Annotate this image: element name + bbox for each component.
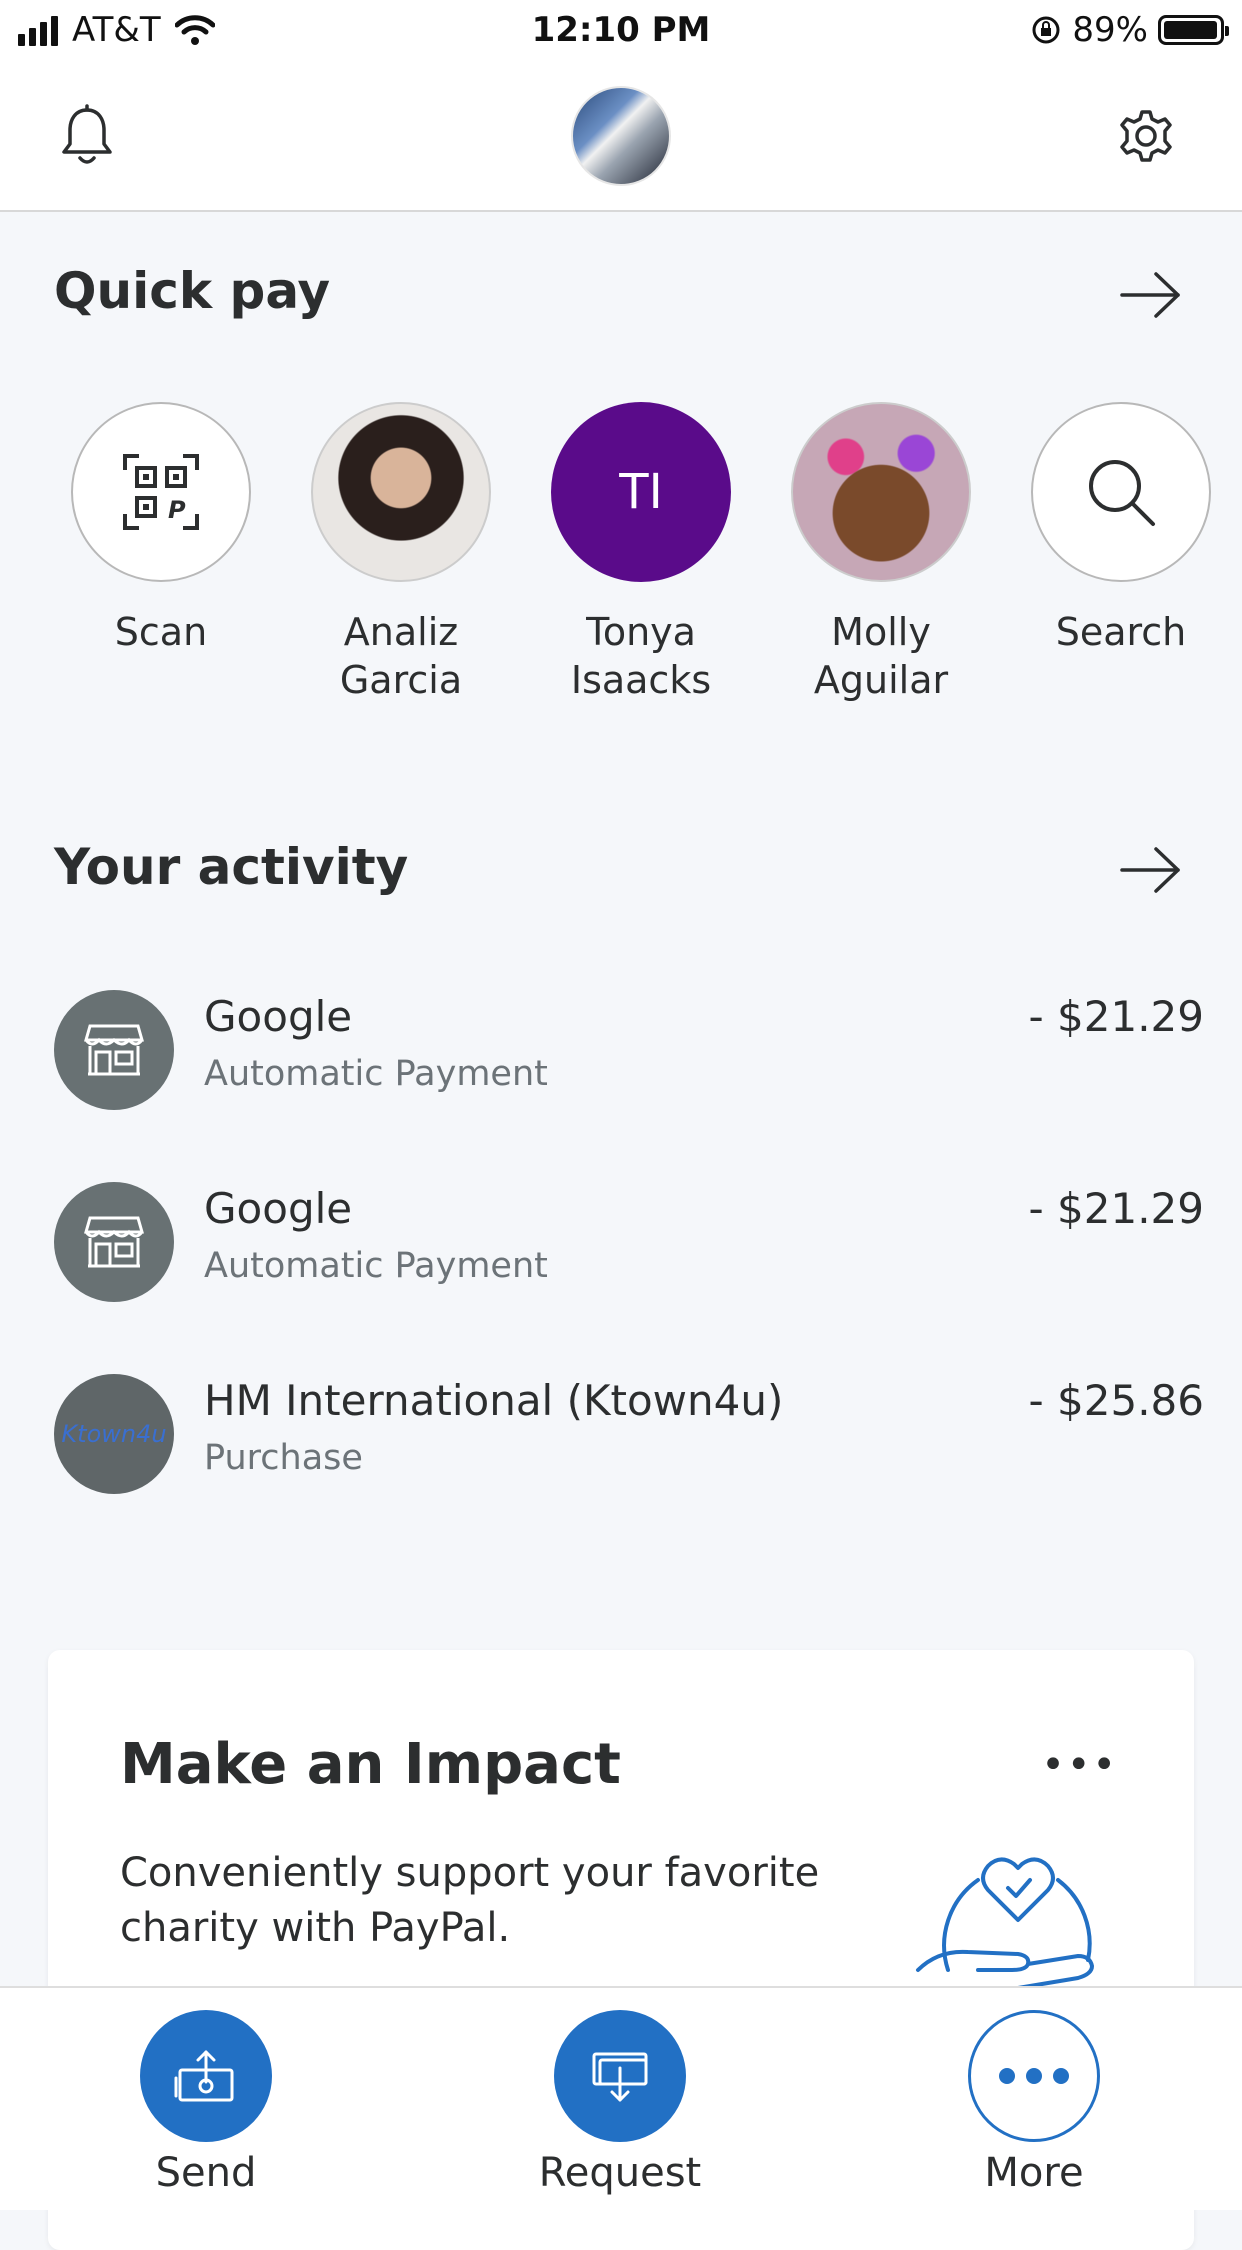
send-circle[interactable] [140,2010,272,2142]
search-circle[interactable] [1031,402,1211,582]
more-label: More [984,2150,1084,2196]
ktown4u-logo: Ktown4u [54,1374,174,1494]
activity-row[interactable]: Ktown4u HM International (Ktown4u) Purch… [54,1374,1204,1494]
more-circle[interactable] [968,2010,1100,2142]
activity-type: Automatic Payment [204,1246,548,1286]
gear-icon[interactable] [1116,106,1176,166]
battery-percentage: 89% [1072,10,1148,50]
more-button[interactable]: More [934,2010,1134,2196]
quick-pay-arrow-icon[interactable] [1120,270,1182,320]
status-bar-right: 89% [1030,10,1229,50]
contact-avatar[interactable] [311,402,491,582]
activity-amount: - $21.29 [1028,992,1204,1041]
activity-row[interactable]: Google Automatic Payment - $21.29 [54,1182,1204,1302]
activity-type: Automatic Payment [204,1054,548,1094]
quick-pay-contact-analiz[interactable]: Analiz Garcia [311,402,491,704]
search-icon [1089,460,1155,526]
bell-icon[interactable] [58,104,116,168]
status-bar: AT&T 12:10 PM 89% [0,0,1242,62]
request-label: Request [538,2150,702,2196]
activity-type: Purchase [204,1438,363,1478]
activity-amount: - $25.86 [1028,1376,1204,1425]
bottom-navigation: Send Request More [0,1986,1242,2210]
impact-description: Conveniently support your favorite chari… [120,1850,820,1951]
svg-text:P: P [168,496,186,524]
charity-heart-hand-icon [916,1857,1094,1990]
request-button[interactable]: Request [520,2010,720,2196]
quick-pay-label: Molly Aguilar [813,610,949,702]
top-navigation [0,62,1242,212]
more-options-icon[interactable]: ••• [1041,1742,1118,1788]
send-label: Send [155,2150,257,2196]
merchant-icon [54,1182,174,1302]
activity-merchant-name: Google [204,992,353,1041]
send-button[interactable]: Send [106,2010,306,2196]
quick-pay-label: Search [1055,610,1187,654]
scan-circle[interactable]: P [71,402,251,582]
quick-pay-contact-tonya[interactable]: TI Tonya Isaacks [551,402,731,704]
contact-avatar[interactable] [791,402,971,582]
send-money-icon [174,2050,234,2102]
quick-pay-title: Quick pay [54,262,331,320]
quick-pay-label: Tonya Isaacks [570,610,712,702]
quick-pay-label: Analiz Garcia [339,610,463,702]
quick-pay-search[interactable]: Search [1031,402,1211,656]
store-icon [84,1024,144,1076]
store-icon [84,1216,144,1268]
contact-initials-avatar[interactable]: TI [551,402,731,582]
impact-title: Make an Impact [120,1732,621,1797]
merchant-icon [54,990,174,1110]
activity-amount: - $21.29 [1028,1184,1204,1233]
activity-merchant-name: HM International (Ktown4u) [204,1376,784,1425]
qr-scan-icon: P [123,454,199,530]
activity-title: Your activity [54,838,409,896]
activity-merchant-name: Google [204,1184,353,1233]
activity-arrow-icon[interactable] [1120,845,1182,895]
quick-pay-scan[interactable]: P Scan [71,402,251,656]
quick-pay-label: Scan [114,610,208,654]
activity-row[interactable]: Google Automatic Payment - $21.29 [54,990,1204,1110]
more-dots-icon [999,2068,1069,2084]
orientation-lock-icon [1032,16,1060,44]
profile-avatar[interactable] [571,86,671,186]
battery-icon [1158,15,1229,45]
request-money-icon [592,2052,648,2102]
request-circle[interactable] [554,2010,686,2142]
quick-pay-contact-molly[interactable]: Molly Aguilar [791,402,971,704]
